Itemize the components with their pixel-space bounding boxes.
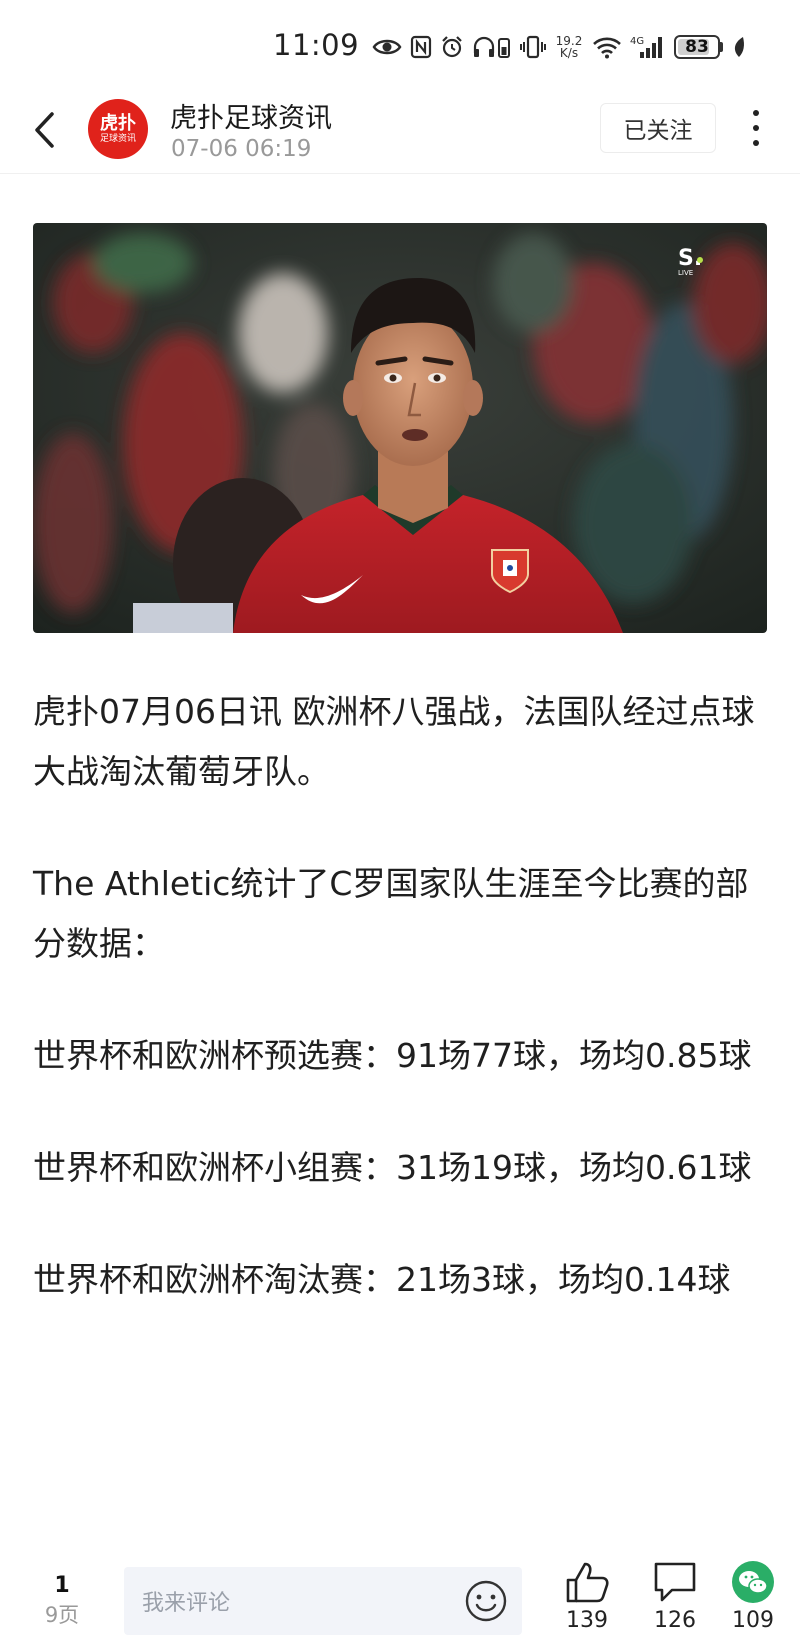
article-paragraph: 世界杯和欧洲杯淘汰赛：21场3球，场均0.14球 xyxy=(33,1260,731,1299)
vibrate-icon xyxy=(520,35,546,59)
emoji-icon[interactable] xyxy=(464,1579,508,1623)
leaf-icon xyxy=(734,37,744,57)
article-paragraph: 虎扑07月06日讯 欧洲杯八强战，法国队经过点球大战淘汰葡萄牙队。 xyxy=(33,692,755,791)
comment-button[interactable]: 126 xyxy=(645,1560,705,1634)
publish-time: 07-06 06:19 xyxy=(171,136,312,162)
wifi-icon xyxy=(593,37,621,59)
nfc-icon xyxy=(410,35,432,59)
thumbs-up-icon xyxy=(566,1562,609,1603)
battery-level: 83 xyxy=(685,37,709,57)
share-wechat-button[interactable]: 109 xyxy=(723,1560,783,1634)
eye-icon xyxy=(372,39,402,55)
avatar-text-sub: 足球资讯 xyxy=(99,133,136,144)
source-avatar[interactable]: 虎扑 足球资讯 xyxy=(88,99,148,159)
comment-input[interactable]: 我来评论 xyxy=(124,1567,522,1635)
battery-tip xyxy=(720,42,723,52)
page-indicator[interactable]: 1 9页 xyxy=(40,1572,84,1630)
bottom-action-bar: 1 9页 我来评论 139 126 109 xyxy=(0,1560,800,1650)
battery-icon: 83 xyxy=(674,35,720,59)
article-paragraph: The Athletic统计了C罗国家队生涯至今比赛的部分数据： xyxy=(33,864,749,963)
wechat-icon xyxy=(732,1561,774,1603)
like-button[interactable]: 139 xyxy=(557,1560,617,1634)
network-type: 4G xyxy=(630,36,644,47)
net-speed: 19.2 K/s xyxy=(554,35,584,59)
page-current: 1 xyxy=(54,1573,70,1598)
status-bar: 11:09 19.2 K/s 4G 83 xyxy=(0,0,800,90)
article-paragraph: 世界杯和欧洲杯小组赛：31场19球，场均0.61球 xyxy=(33,1148,752,1187)
more-dot-icon xyxy=(753,110,759,116)
share-count: 109 xyxy=(732,1608,774,1633)
follow-button[interactable]: 已关注 xyxy=(600,103,716,153)
player-photo: S. LIVE xyxy=(33,223,767,633)
page-total: 9页 xyxy=(44,1603,80,1627)
chevron-left-icon xyxy=(35,112,54,148)
comment-icon xyxy=(654,1562,696,1602)
article-body: 虎扑07月06日讯 欧洲杯八强战，法国队经过点球大战淘汰葡萄牙队。 The At… xyxy=(33,682,769,1362)
watermark-sub: LIVE xyxy=(678,269,693,277)
more-dot-icon xyxy=(753,125,759,131)
signal-icon: 4G xyxy=(630,36,662,58)
screen: 11:09 19.2 K/s 4G 83 虎扑 足球资讯 虎扑足球资讯 07-0… xyxy=(0,0,800,1650)
status-time: 11:09 xyxy=(273,28,360,62)
headphone-battery-icon xyxy=(473,36,510,58)
source-name[interactable]: 虎扑足球资讯 xyxy=(170,96,332,135)
back-button[interactable] xyxy=(24,108,64,152)
comment-placeholder: 我来评论 xyxy=(142,1591,231,1616)
article-image[interactable]: S. LIVE xyxy=(33,223,767,633)
more-dot-icon xyxy=(753,140,759,146)
more-options-button[interactable] xyxy=(744,106,768,150)
comment-count: 126 xyxy=(654,1608,696,1633)
alarm-icon xyxy=(442,36,462,58)
status-icons: 19.2 K/s 4G 83 xyxy=(372,30,747,64)
article-header: 虎扑 足球资讯 虎扑足球资讯 07-06 06:19 已关注 xyxy=(0,90,800,174)
like-count: 139 xyxy=(566,1608,608,1633)
net-speed-unit: K/s xyxy=(559,46,579,60)
article-paragraph: 世界杯和欧洲杯预选赛：91场77球，场均0.85球 xyxy=(33,1036,752,1075)
avatar-text-main: 虎扑 xyxy=(100,112,136,134)
